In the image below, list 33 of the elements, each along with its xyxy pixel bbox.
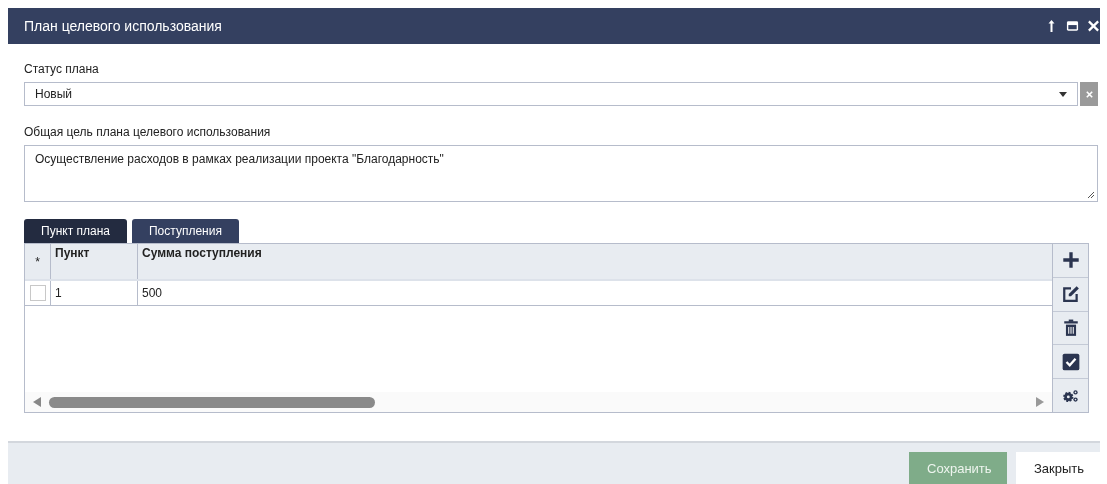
- status-dropdown[interactable]: Новый: [24, 82, 1078, 106]
- trash-icon: [1061, 319, 1080, 337]
- table-cell-text: 500: [141, 285, 164, 302]
- tab[interactable]: Пункт плана: [24, 219, 127, 243]
- edit-icon: [1061, 285, 1080, 304]
- scroll-right-icon[interactable]: [1036, 397, 1044, 407]
- close-icon[interactable]: [1087, 19, 1100, 33]
- resize-grip-icon[interactable]: [1087, 191, 1095, 199]
- field-label: Статус плана: [24, 62, 100, 76]
- add-button[interactable]: [1053, 244, 1088, 278]
- settings-button[interactable]: [1053, 379, 1088, 412]
- column-header[interactable]: Сумма поступления: [138, 244, 1052, 279]
- tab[interactable]: Поступления: [131, 219, 239, 243]
- row-checkbox[interactable]: [29, 285, 46, 301]
- column-header[interactable]: Пункт: [51, 244, 138, 279]
- maximize-icon[interactable]: [1066, 19, 1079, 33]
- window-title: План целевого использования: [24, 18, 222, 34]
- caret-icon: [1059, 91, 1067, 97]
- scroll-left-icon[interactable]: [33, 397, 41, 407]
- goal-text-area[interactable]: Осуществление расходов в рамках реализации проекта "Благодарность": [24, 145, 1098, 202]
- selector-header: *: [25, 244, 51, 279]
- close-button[interactable]: Закрыть: [1016, 452, 1100, 484]
- table-cell: 1: [51, 281, 138, 305]
- horizontal-scrollbar[interactable]: [25, 392, 1052, 412]
- field-label: Общая цель плана целевого использования: [24, 125, 272, 139]
- checkbox-icon: [1061, 352, 1080, 371]
- scrollbar-thumb[interactable]: [49, 396, 375, 408]
- edit-button[interactable]: [1053, 277, 1088, 312]
- select-all-button[interactable]: [1053, 345, 1088, 380]
- delete-button[interactable]: [1053, 311, 1088, 346]
- close-icon: [1084, 89, 1094, 99]
- clear-button[interactable]: [1080, 82, 1098, 106]
- plus-icon: [1061, 251, 1080, 270]
